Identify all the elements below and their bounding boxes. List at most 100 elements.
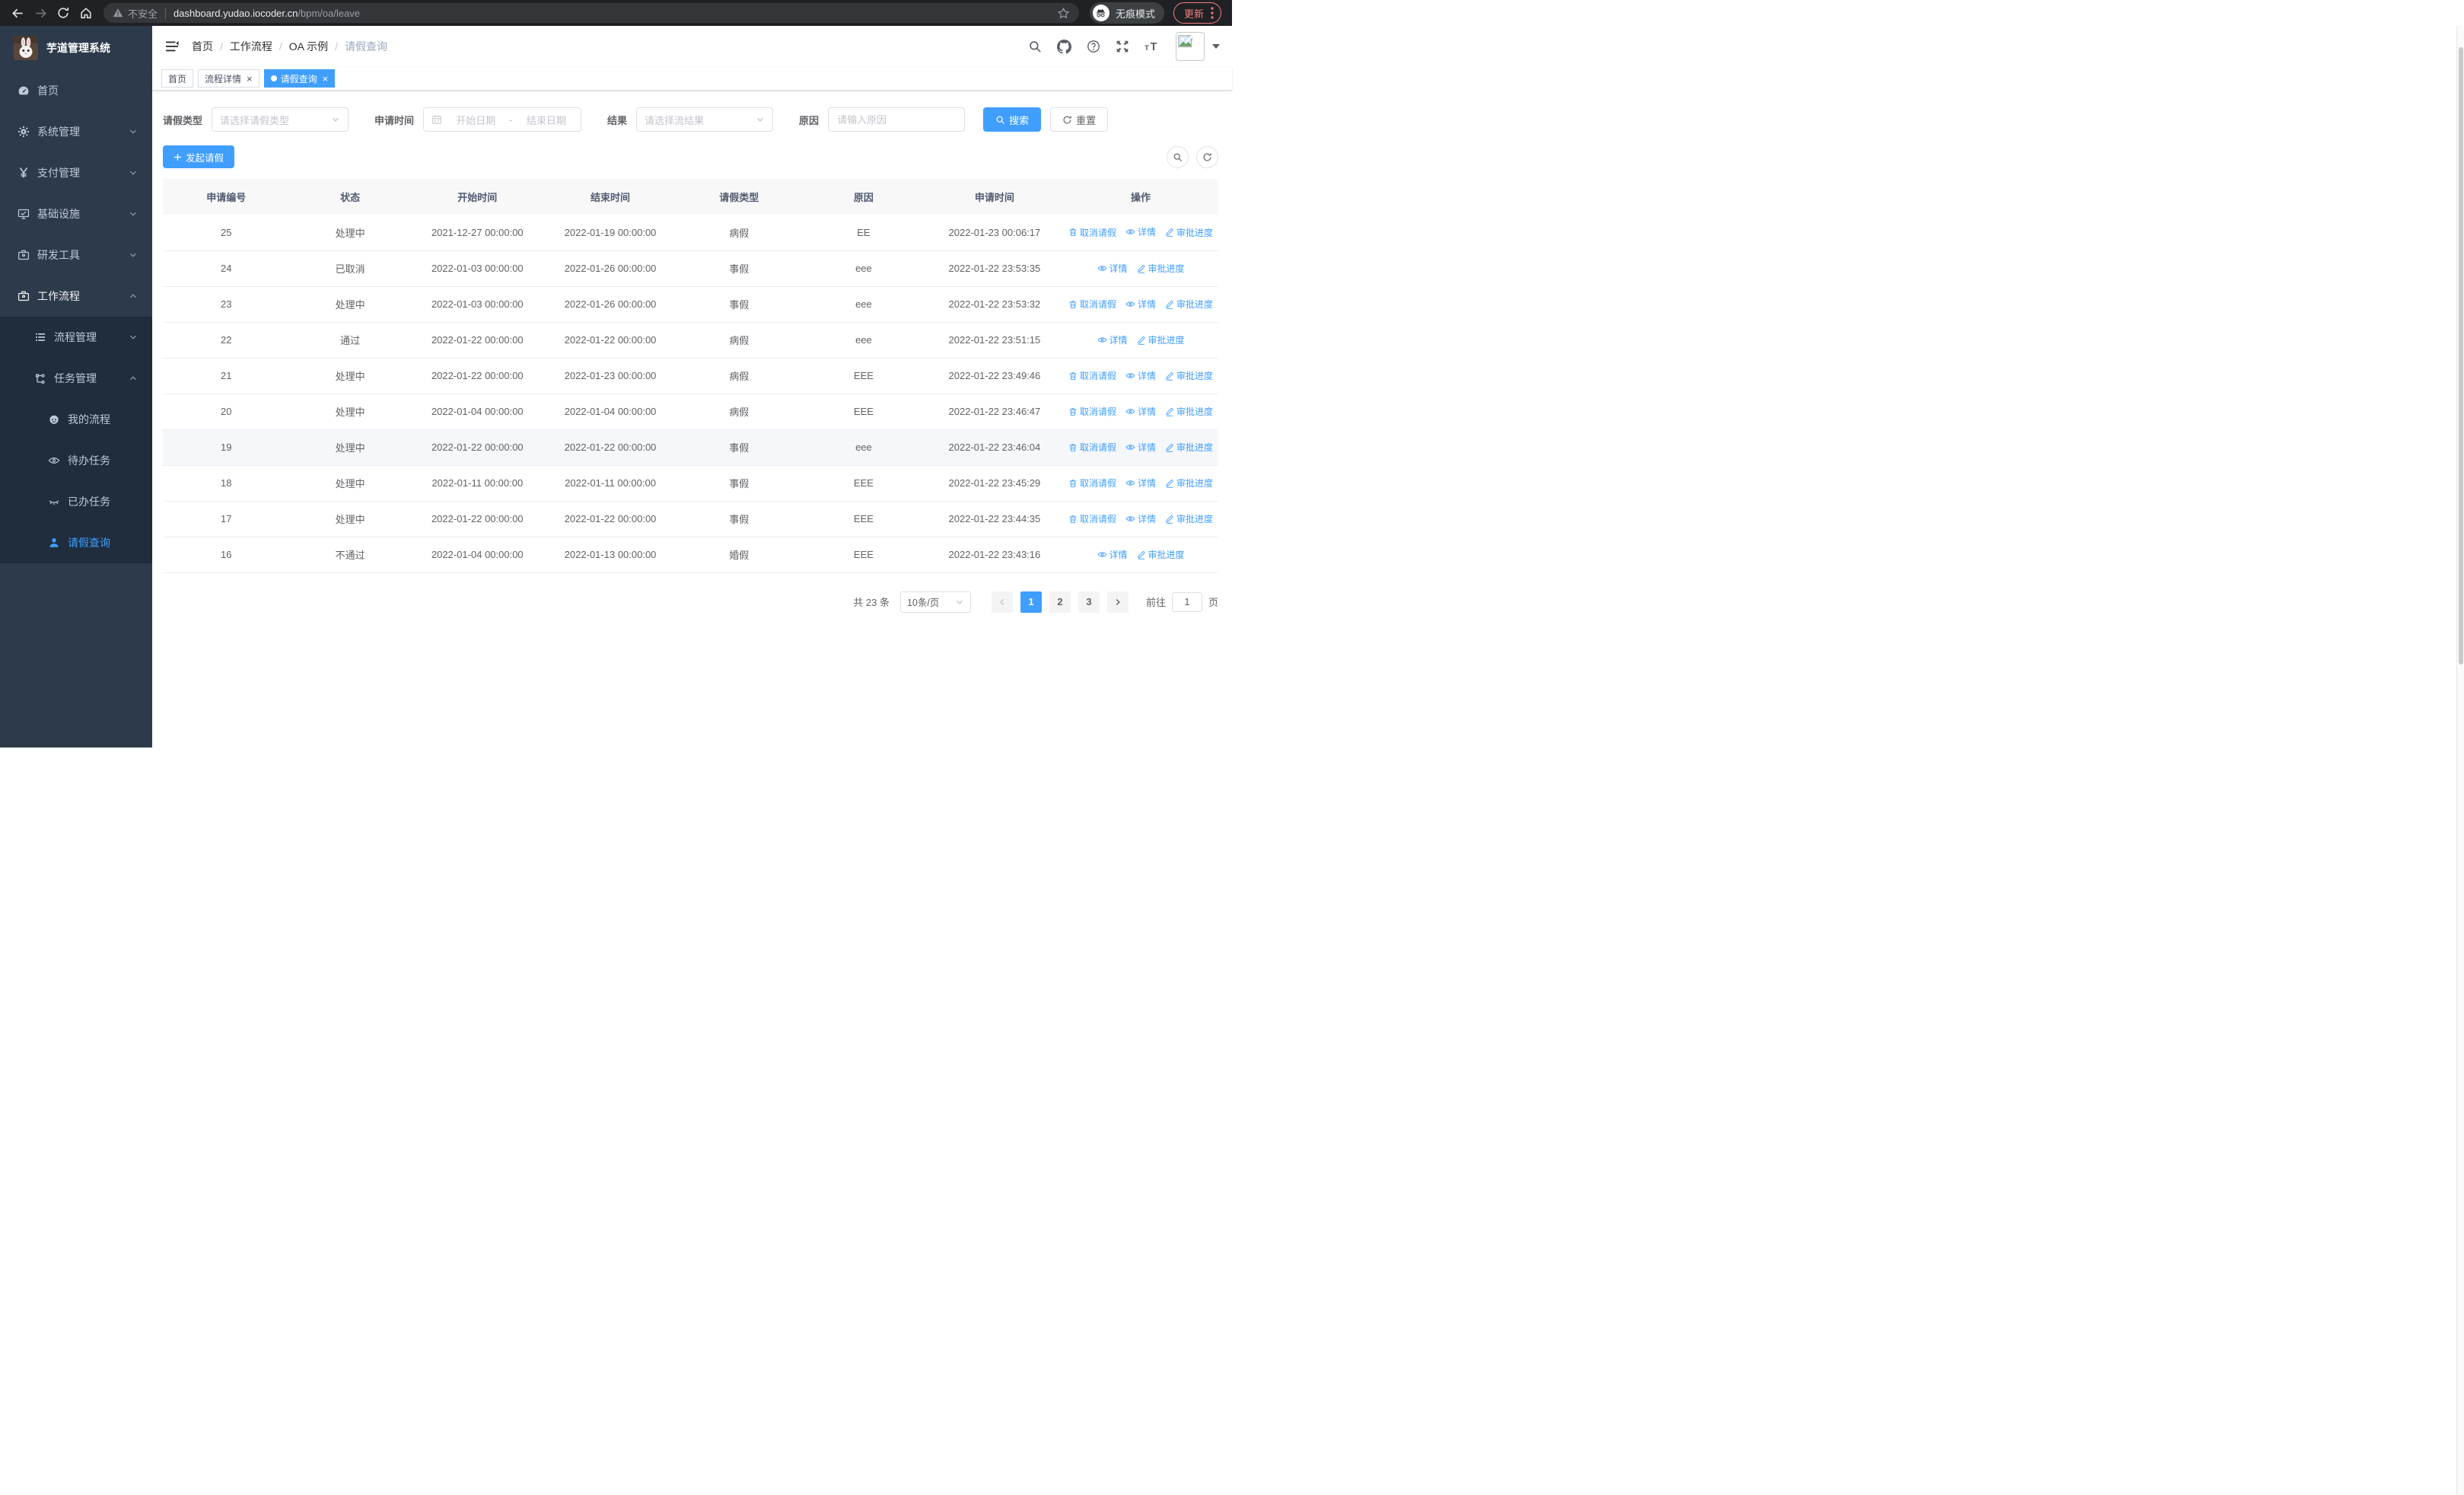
- result-select[interactable]: 请选择流结果: [636, 107, 774, 132]
- reset-button[interactable]: 重置: [1050, 107, 1109, 132]
- close-icon[interactable]: ×: [323, 74, 329, 84]
- action-cancel-link[interactable]: 取消请假: [1068, 441, 1116, 454]
- github-icon[interactable]: [1057, 39, 1071, 54]
- table-row[interactable]: 22 通过 2022-01-22 00:00:00 2022-01-22 00:00:…: [163, 322, 1218, 359]
- table-row[interactable]: 25 处理中 2021-12-27 00:00:00 2022-01-19 00:00…: [163, 215, 1218, 251]
- font-size-icon[interactable]: TT: [1144, 40, 1160, 53]
- window-scrollbar[interactable]: [2456, 26, 2464, 1495]
- table-row[interactable]: 17 处理中 2022-01-22 00:00:00 2022-01-22 00:00…: [163, 501, 1218, 537]
- action-label: 审批进度: [1176, 371, 1214, 381]
- pager-prev-button[interactable]: [991, 591, 1013, 613]
- leave-type-cell: 事假: [676, 286, 802, 323]
- table-row[interactable]: 19 处理中 2022-01-22 00:00:00 2022-01-22 00:00…: [163, 429, 1218, 466]
- bookmark-star-icon[interactable]: [1057, 7, 1070, 20]
- action-detail-link[interactable]: 详情: [1125, 405, 1156, 418]
- sidebar-item-my-process[interactable]: 我的流程: [0, 399, 152, 440]
- page-size-select[interactable]: 10条/页: [899, 591, 971, 613]
- action-cancel-link[interactable]: 取消请假: [1068, 405, 1116, 418]
- sidebar-collapse-icon[interactable]: [164, 39, 180, 54]
- toggle-search-button[interactable]: [1167, 145, 1189, 168]
- action-detail-link[interactable]: 详情: [1125, 298, 1156, 311]
- breadcrumb-item[interactable]: 首页: [192, 39, 213, 54]
- sidebar-item-system[interactable]: 系统管理: [0, 111, 152, 152]
- reason-input[interactable]: [830, 109, 963, 130]
- search-button[interactable]: 搜索: [983, 107, 1042, 132]
- refresh-table-button[interactable]: [1196, 145, 1218, 168]
- sidebar-item-devtools[interactable]: 研发工具: [0, 234, 152, 276]
- tab-process-detail[interactable]: 流程详情 ×: [198, 69, 259, 88]
- avatar[interactable]: [1176, 32, 1205, 61]
- action-progress-link[interactable]: 审批进度: [1165, 477, 1213, 489]
- table-row[interactable]: 16 不通过 2022-01-04 00:00:00 2022-01-13 00:00…: [163, 537, 1218, 573]
- action-progress-link[interactable]: 审批进度: [1137, 262, 1185, 275]
- action-cancel-link[interactable]: 取消请假: [1068, 477, 1116, 489]
- breadcrumb-item[interactable]: 工作流程: [230, 39, 272, 54]
- action-cancel-link[interactable]: 取消请假: [1068, 512, 1116, 525]
- table-row[interactable]: 18 处理中 2022-01-11 00:00:00 2022-01-11 00:00…: [163, 465, 1218, 502]
- menu-dots-icon[interactable]: [1211, 7, 1214, 19]
- tab-leave-query[interactable]: 请假查询 ×: [263, 69, 336, 88]
- pager-next-button[interactable]: [1106, 591, 1129, 613]
- action-detail-link[interactable]: 详情: [1125, 512, 1156, 525]
- action-detail-link[interactable]: 详情: [1125, 477, 1156, 489]
- action-progress-link[interactable]: 审批进度: [1165, 512, 1213, 525]
- action-detail-link[interactable]: 详情: [1097, 262, 1128, 275]
- security-chip[interactable]: 不安全: [113, 6, 158, 21]
- sidebar-item-leave-query[interactable]: 请假查询: [0, 522, 152, 563]
- fullscreen-icon[interactable]: [1116, 40, 1129, 53]
- action-progress-link[interactable]: 审批进度: [1137, 548, 1185, 561]
- table-row[interactable]: 21 处理中 2022-01-22 00:00:00 2022-01-23 00:00…: [163, 358, 1218, 394]
- action-cancel-link[interactable]: 取消请假: [1068, 226, 1116, 239]
- address-bar[interactable]: 不安全 dashboard.yudao.iocoder.cn /bpm/oa/l…: [103, 3, 1079, 23]
- pager-page-1[interactable]: 1: [1020, 591, 1042, 613]
- action-detail-link[interactable]: 详情: [1097, 548, 1128, 561]
- goto-page-input[interactable]: [1171, 591, 1202, 612]
- action-cancel-link[interactable]: 取消请假: [1068, 369, 1116, 382]
- pager-page-2[interactable]: 2: [1049, 591, 1071, 613]
- sidebar-item-payment[interactable]: 支付管理: [0, 152, 152, 193]
- home-icon[interactable]: [75, 2, 97, 24]
- action-detail-link[interactable]: 详情: [1125, 369, 1156, 382]
- table-row[interactable]: 20 处理中 2022-01-04 00:00:00 2022-01-04 00:00…: [163, 394, 1218, 430]
- back-icon[interactable]: [6, 2, 29, 24]
- forward-icon[interactable]: [29, 2, 52, 24]
- close-icon[interactable]: ×: [247, 74, 253, 84]
- sidebar-item-home[interactable]: 首页: [0, 70, 152, 111]
- sidebar-item-done-tasks[interactable]: 已办任务: [0, 481, 152, 522]
- sidebar-item-todo-tasks[interactable]: 待办任务: [0, 440, 152, 481]
- table-row[interactable]: 24 已取消 2022-01-03 00:00:00 2022-01-26 00:00…: [163, 250, 1218, 287]
- breadcrumb-item[interactable]: OA 示例: [289, 39, 328, 54]
- apply-time-cell: 2022-01-22 23:53:35: [925, 250, 1064, 287]
- table-row[interactable]: 23 处理中 2022-01-03 00:00:00 2022-01-26 00:00…: [163, 286, 1218, 323]
- sidebar-item-process-mgmt[interactable]: 流程管理: [0, 317, 152, 358]
- pager-page-3[interactable]: 3: [1078, 591, 1100, 613]
- action-progress-link[interactable]: 审批进度: [1165, 405, 1213, 418]
- action-detail-link[interactable]: 详情: [1097, 333, 1128, 346]
- scrollbar-thumb[interactable]: [2459, 47, 2463, 665]
- table-toolbar: 发起请假: [163, 145, 1218, 168]
- action-progress-link[interactable]: 审批进度: [1165, 226, 1213, 239]
- action-progress-link[interactable]: 审批进度: [1165, 369, 1213, 382]
- sidebar-item-infrastructure[interactable]: 基础设施: [0, 193, 152, 234]
- action-progress-link[interactable]: 审批进度: [1165, 441, 1213, 454]
- action-progress-link[interactable]: 审批进度: [1165, 298, 1213, 311]
- action-detail-link[interactable]: 详情: [1125, 225, 1156, 238]
- gear-icon: [17, 126, 30, 138]
- column-header: 申请时间: [925, 179, 1064, 215]
- search-icon[interactable]: [1028, 40, 1042, 53]
- avatar-caret-down-icon[interactable]: [1212, 44, 1220, 49]
- create-leave-button[interactable]: 发起请假: [163, 145, 235, 168]
- action-progress-link[interactable]: 审批进度: [1137, 333, 1185, 346]
- tab-home[interactable]: 首页: [161, 69, 194, 88]
- leave-type-select[interactable]: 请选择请假类型: [212, 107, 349, 132]
- app-logo-row[interactable]: 芋道管理系统: [0, 26, 152, 70]
- sidebar-item-workflow[interactable]: 工作流程: [0, 276, 152, 317]
- toolbox-icon: [17, 249, 30, 261]
- sidebar-item-task-mgmt[interactable]: 任务管理: [0, 358, 152, 399]
- help-icon[interactable]: [1087, 40, 1100, 53]
- action-cancel-link[interactable]: 取消请假: [1068, 298, 1116, 311]
- browser-update-button[interactable]: 更新: [1173, 2, 1221, 24]
- action-detail-link[interactable]: 详情: [1125, 441, 1156, 454]
- apply-time-range-picker[interactable]: 开始日期 - 结束日期: [423, 107, 582, 132]
- reload-icon[interactable]: [52, 2, 75, 24]
